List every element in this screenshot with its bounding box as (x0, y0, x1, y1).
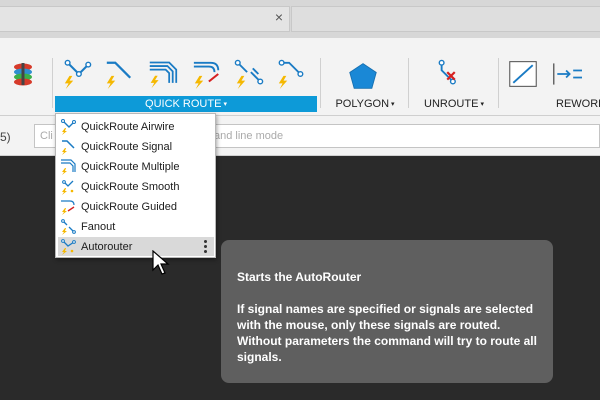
command-tooltip: Starts the AutoRouter If signal names ar… (221, 240, 553, 383)
smooth-route-icon[interactable] (192, 56, 222, 92)
menu-item-label: QuickRoute Multiple (81, 160, 180, 173)
airwire-icon (60, 118, 76, 135)
chevron-down-icon: ▾ (391, 101, 395, 108)
quick-route-label: QUICK ROUTE (145, 98, 222, 110)
chevron-down-icon: ▾ (480, 101, 484, 108)
fanout-icon (60, 218, 76, 235)
menu-item-quickroute-signal[interactable]: QuickRoute Signal (58, 137, 214, 156)
command-line-placeholder-tail: and line mode (214, 130, 284, 142)
polygon-label: POLYGON (335, 98, 390, 110)
multiple-route-icon[interactable] (148, 56, 178, 92)
menu-item-quickroute-airwire[interactable]: QuickRoute Airwire (58, 117, 214, 136)
polygon-group-button[interactable]: POLYGON ▾ (330, 96, 400, 112)
rework-arrow-icon[interactable] (552, 56, 582, 92)
menu-item-label: QuickRoute Guided (81, 200, 177, 213)
menu-item-quickroute-guided[interactable]: QuickRoute Guided (58, 197, 214, 216)
document-tab-2[interactable] (291, 6, 600, 32)
guided-route-icon[interactable] (276, 56, 306, 92)
airwire-route-icon[interactable] (62, 56, 92, 92)
rework-label: REWORK (556, 98, 600, 110)
quick-route-group-button[interactable]: QUICK ROUTE ▾ (55, 96, 317, 112)
tab-bar: × (0, 0, 600, 38)
coordinate-readout: 5) (0, 130, 11, 144)
signal-route-icon[interactable] (104, 56, 134, 92)
menu-item-label: QuickRoute Signal (81, 140, 173, 153)
mouse-cursor-icon (152, 249, 170, 276)
menu-item-label: QuickRoute Smooth (81, 180, 180, 193)
more-options-icon[interactable] (204, 240, 208, 253)
fanout-route-icon[interactable] (234, 56, 264, 92)
close-icon[interactable]: × (272, 10, 286, 24)
chevron-down-icon: ▾ (223, 101, 227, 108)
guided-icon (60, 199, 76, 215)
unroute-label: UNROUTE (424, 98, 479, 110)
tooltip-body: If signal names are specified or signals… (237, 302, 537, 364)
menu-item-label: QuickRoute Airwire (81, 120, 175, 133)
ribbon-separator (320, 58, 321, 108)
smooth-icon (60, 179, 76, 195)
menu-item-autorouter[interactable]: Autorouter (58, 237, 214, 256)
menu-item-label: Autorouter (81, 240, 133, 253)
polygon-icon[interactable] (348, 58, 378, 94)
menu-item-fanout[interactable]: Fanout (58, 217, 214, 236)
document-tab[interactable] (0, 6, 290, 32)
rework-line-icon[interactable] (508, 56, 538, 92)
command-line-placeholder: Cli (40, 130, 53, 142)
unroute-icon[interactable] (436, 56, 466, 92)
rework-group-button[interactable]: REWORK (556, 96, 600, 112)
ribbon-separator (498, 58, 499, 108)
autorouter-icon (60, 238, 76, 255)
tooltip-title: Starts the AutoRouter (237, 270, 362, 284)
quick-route-dropdown: QuickRoute Airwire QuickRoute Signal Qui… (55, 113, 216, 258)
ribbon-separator (408, 58, 409, 108)
menu-item-label: Fanout (81, 220, 116, 233)
signal-icon (60, 139, 76, 155)
multiple-icon (60, 158, 76, 175)
menu-item-quickroute-smooth[interactable]: QuickRoute Smooth (58, 177, 214, 196)
ribbon-separator (52, 58, 53, 108)
menu-item-quickroute-multiple[interactable]: QuickRoute Multiple (58, 157, 214, 176)
unroute-group-button[interactable]: UNROUTE ▾ (418, 96, 490, 112)
layers-icon[interactable] (8, 56, 38, 92)
